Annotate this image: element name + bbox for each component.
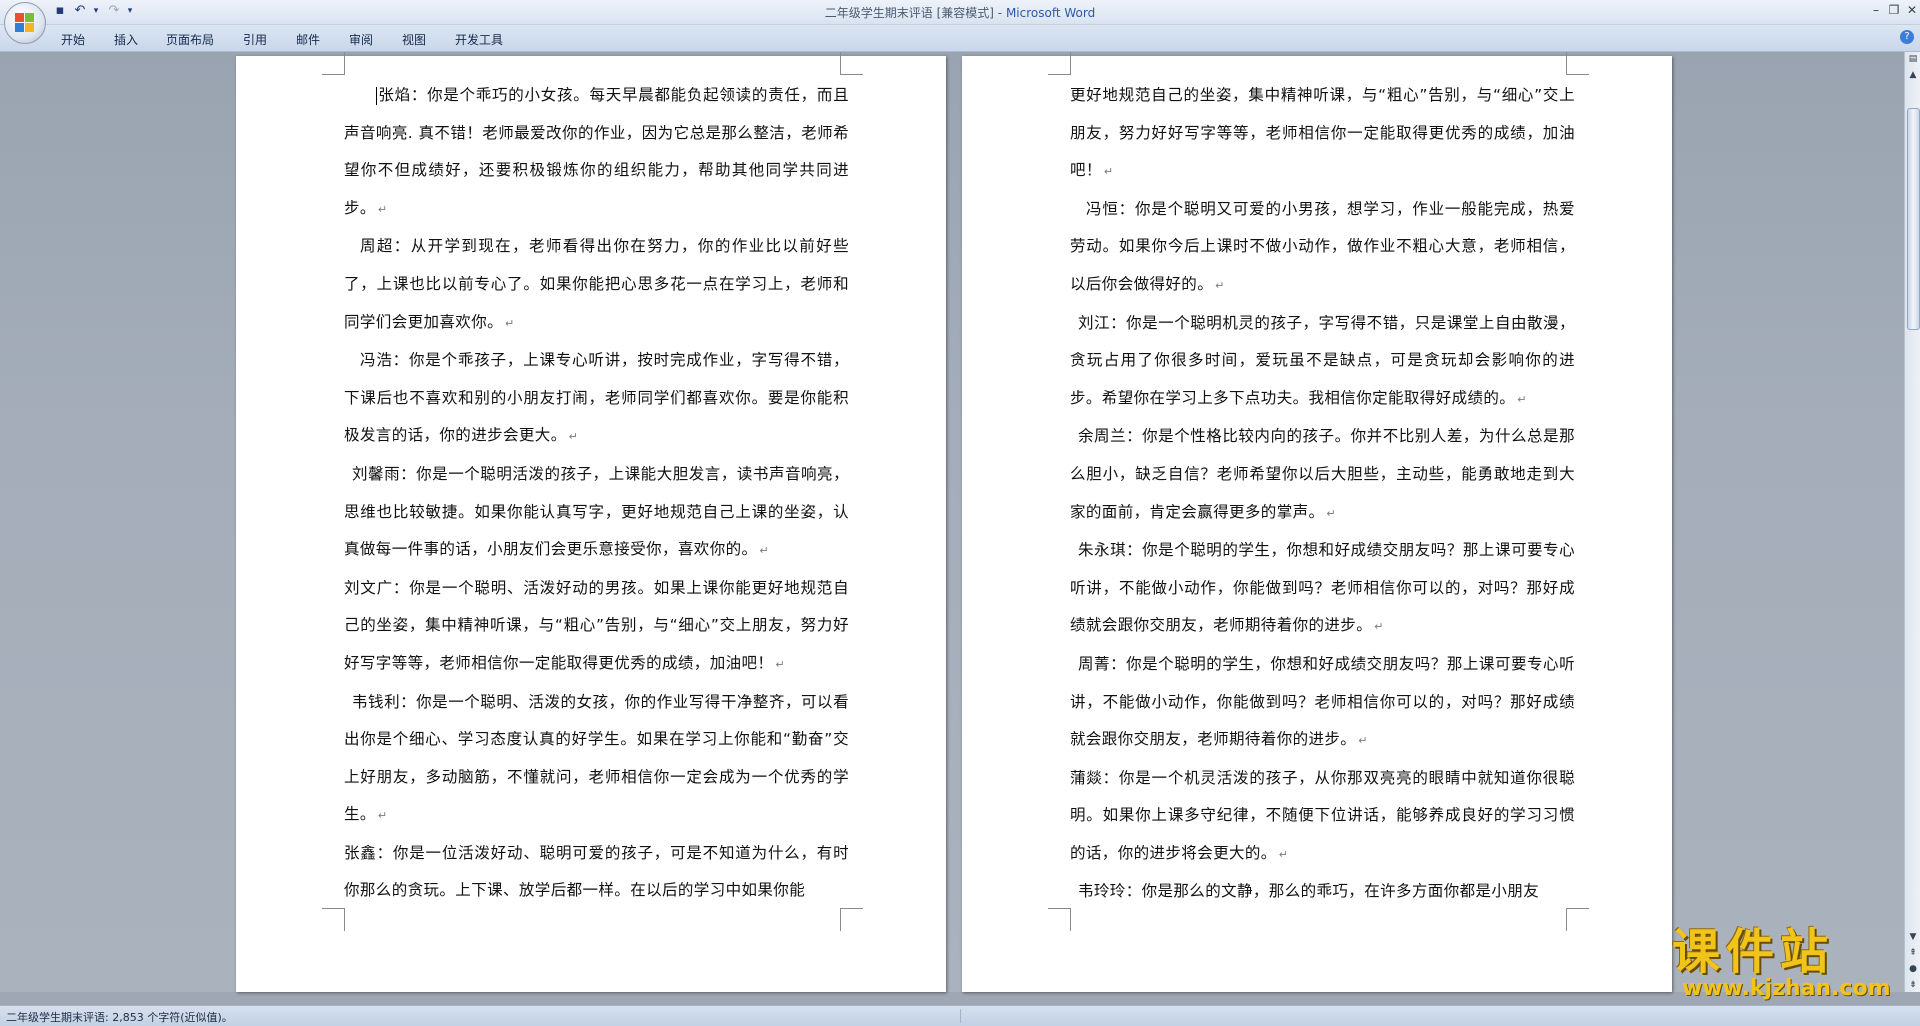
paragraph: 张鑫：你是一位活泼好动、聪明可爱的孩子，可是不知道为什么，有时你那么的贪玩。上下… — [344, 835, 849, 910]
help-icon[interactable]: ? — [1900, 30, 1914, 44]
paragraph-mark: ↵ — [1103, 165, 1114, 179]
status-divider — [960, 1009, 961, 1023]
paragraph-mark: ↵ — [1358, 734, 1368, 748]
paragraph: 更好地规范自己的坐姿，集中精神听课，与“粗心”告别，与“细心”交上朋友，努力好好… — [1070, 77, 1575, 191]
paragraph-mark: ↵ — [775, 657, 785, 671]
paragraph-mark: ↵ — [1517, 392, 1527, 406]
tab-insert[interactable]: 插入 — [114, 31, 138, 48]
paragraph-mark: ↵ — [377, 202, 388, 216]
paragraph: 刘江：你是一个聪明机灵的孩子，字写得不错，只是课堂上自由散漫，贪玩占用了你很多时… — [1070, 305, 1575, 419]
paragraph: 刘文广：你是一个聪明、活泼好动的男孩。如果上课你能更好地规范自己的坐姿，集中精神… — [344, 570, 849, 684]
document-page-left[interactable]: 张焰：你是个乖巧的小女孩。每天早晨都能负起领读的责任，而且声音响亮. 真不错！老… — [236, 52, 946, 992]
paragraph-text: 张焰：你是个乖巧的小女孩。每天早晨都能负起领读的责任，而且声音响亮. 真不错！老… — [344, 86, 849, 217]
paragraph-mark: ↵ — [377, 809, 388, 823]
page-body-left[interactable]: 张焰：你是个乖巧的小女孩。每天早晨都能负起领读的责任，而且声音响亮. 真不错！老… — [344, 77, 849, 910]
vertical-scrollbar[interactable]: ▤ ▲ ▼ ⇞ ● ⇟ — [1904, 52, 1920, 992]
paragraph-text: 张鑫：你是一位活泼好动、聪明可爱的孩子，可是不知道为什么，有时你那么的贪玩。上下… — [344, 843, 849, 900]
paragraph-text: 刘文广：你是一个聪明、活泼好动的男孩。如果上课你能更好地规范自己的坐姿，集中精神… — [344, 578, 849, 672]
paragraph-text: 韦玲玲：你是那么的文静，那么的乖巧，在许多方面你都是小朋友 — [1078, 882, 1540, 901]
paragraph: 韦玲玲：你是那么的文静，那么的乖巧，在许多方面你都是小朋友 — [1070, 873, 1575, 911]
margin-mark-top-right — [840, 52, 863, 75]
paragraph-mark: ↵ — [759, 544, 770, 558]
paragraph: 冯恒：你是个聪明又可爱的小男孩，想学习，作业一般能完成，热爱劳动。如果你今后上课… — [1070, 191, 1575, 305]
paragraph-mark: ↵ — [568, 430, 579, 444]
ribbon-tab-bar: 开始 插入 页面布局 引用 邮件 审阅 视图 开发工具 ? — [0, 25, 1920, 52]
paragraph: 周菁：你是个聪明的学生，你想和好成绩交朋友吗？那上课可要专心听讲，不能做小动作，… — [1070, 646, 1575, 760]
scroll-thumb[interactable] — [1907, 108, 1920, 330]
margin-mark-top-left — [322, 52, 345, 75]
margin-mark-bottom-left — [1048, 908, 1071, 931]
tab-view[interactable]: 视图 — [402, 31, 426, 48]
margin-mark-top-right — [1566, 52, 1589, 75]
paragraph: 蒲燚：你是一个机灵活泼的孩子，从你那双亮亮的眼睛中就知道你很聪明。如果你上课多守… — [1070, 760, 1575, 874]
title-bar: ▪ ↶ ▾ ↷ ▾ 二年级学生期末评语 [兼容模式] - Microsoft W… — [0, 0, 1920, 44]
office-button[interactable] — [4, 2, 46, 44]
document-workspace: 张焰：你是个乖巧的小女孩。每天早晨都能负起领读的责任，而且声音响亮. 真不错！老… — [0, 52, 1904, 992]
margin-mark-bottom-left — [322, 908, 345, 931]
paragraph: 刘馨雨：你是一个聪明活泼的孩子，上课能大胆发言，读书声音响亮，思维也比较敏捷。如… — [344, 456, 849, 570]
paragraph-text: 韦钱利：你是一个聪明、活泼的女孩，你的作业写得干净整齐，可以看出你是个细心、学习… — [344, 692, 849, 824]
window-title: 二年级学生期末评语 [兼容模式] - Microsoft Word — [0, 4, 1920, 21]
paragraph-text: 周菁：你是个聪明的学生，你想和好成绩交朋友吗？那上课可要专心听讲，不能做小动作，… — [1070, 654, 1575, 749]
paragraph-text: 冯浩：你是个乖孩子，上课专心听讲，按时完成作业，字写得不错，下课后也不喜欢和别的… — [344, 351, 849, 445]
paragraph-text: 刘馨雨：你是一个聪明活泼的孩子，上课能大胆发言，读书声音响亮，思维也比较敏捷。如… — [344, 464, 849, 559]
paragraph-text: 周超：从开学到现在，老师看得出你在努力，你的作业比以前好些了，上课也比以前专心了… — [344, 237, 849, 331]
watermark-logo: 课件站 www.kjzhan.com — [1672, 924, 1908, 1004]
margin-mark-bottom-right — [840, 908, 863, 931]
paragraph-text: 刘江：你是一个聪明机灵的孩子，字写得不错，只是课堂上自由散漫，贪玩占用了你很多时… — [1070, 313, 1575, 407]
paragraph: 余周兰：你是个性格比较内向的孩子。你并不比别人差，为什么总是那么胆小，缺乏自信？… — [1070, 418, 1575, 532]
ruler-toggle-icon[interactable]: ▤ — [1905, 52, 1920, 66]
office-logo-icon — [15, 13, 35, 33]
watermark-title: 课件站 — [1672, 924, 1835, 980]
tab-developer[interactable]: 开发工具 — [455, 31, 503, 48]
tab-references[interactable]: 引用 — [243, 31, 267, 48]
paragraph: 张焰：你是个乖巧的小女孩。每天早晨都能负起领读的责任，而且声音响亮. 真不错！老… — [344, 77, 849, 228]
minimize-icon[interactable]: – — [1868, 2, 1884, 18]
restore-icon[interactable]: ❐ — [1886, 2, 1902, 18]
title-separator: - — [993, 6, 1006, 20]
paragraph: 冯浩：你是个乖孩子，上课专心听讲，按时完成作业，字写得不错，下课后也不喜欢和别的… — [344, 342, 849, 456]
tab-review[interactable]: 审阅 — [349, 31, 373, 48]
paragraph: 周超：从开学到现在，老师看得出你在努力，你的作业比以前好些了，上课也比以前专心了… — [344, 228, 849, 342]
paragraph-text: 朱永琪：你是个聪明的学生，你想和好成绩交朋友吗？那上课可要专心听讲，不能做小动作… — [1070, 541, 1575, 635]
margin-mark-bottom-right — [1566, 908, 1589, 931]
paragraph-mark: ↵ — [1374, 620, 1384, 634]
paragraph-mark: ↵ — [1278, 847, 1289, 861]
tab-page-layout[interactable]: 页面布局 — [166, 31, 214, 48]
scroll-up-icon[interactable]: ▲ — [1905, 68, 1920, 82]
paragraph-mark: ↵ — [505, 316, 515, 330]
margin-mark-top-left — [1048, 52, 1071, 75]
page-body-right[interactable]: 更好地规范自己的坐姿，集中精神听课，与“粗心”告别，与“细心”交上朋友，努力好好… — [1070, 77, 1575, 911]
paragraph-text: 余周兰：你是个性格比较内向的孩子。你并不比别人差，为什么总是那么胆小，缺乏自信？… — [1070, 427, 1575, 521]
status-word-count[interactable]: 二年级学生期末评语: 2,853 个字符(近似值)。 — [6, 1009, 233, 1025]
paragraph: 韦钱利：你是一个聪明、活泼的女孩，你的作业写得干净整齐，可以看出你是个细心、学习… — [344, 684, 849, 835]
paragraph-text: 更好地规范自己的坐姿，集中精神听课，与“粗心”告别，与“细心”交上朋友，努力好好… — [1070, 86, 1575, 180]
paragraph-mark: ↵ — [1326, 506, 1337, 520]
watermark-url: www.kjzhan.com — [1682, 976, 1891, 1001]
text-cursor — [376, 86, 377, 105]
document-page-right[interactable]: 更好地规范自己的坐姿，集中精神听课，与“粗心”告别，与“细心”交上朋友，努力好好… — [962, 52, 1672, 992]
app-name: Microsoft Word — [1005, 6, 1096, 20]
tab-home[interactable]: 开始 — [61, 31, 85, 48]
paragraph-text: 冯恒：你是个聪明又可爱的小男孩，想学习，作业一般能完成，热爱劳动。如果你今后上课… — [1070, 199, 1575, 293]
document-title: 二年级学生期末评语 [兼容模式] — [824, 6, 994, 20]
paragraph-text: 蒲燚：你是一个机灵活泼的孩子，从你那双亮亮的眼睛中就知道你很聪明。如果你上课多守… — [1070, 768, 1575, 862]
tab-mailings[interactable]: 邮件 — [296, 31, 320, 48]
paragraph-mark: ↵ — [1215, 278, 1225, 292]
status-bar: 二年级学生期末评语: 2,853 个字符(近似值)。 — [0, 1005, 1920, 1026]
paragraph: 朱永琪：你是个聪明的学生，你想和好成绩交朋友吗？那上课可要专心听讲，不能做小动作… — [1070, 532, 1575, 646]
close-icon[interactable]: ✕ — [1904, 2, 1920, 18]
